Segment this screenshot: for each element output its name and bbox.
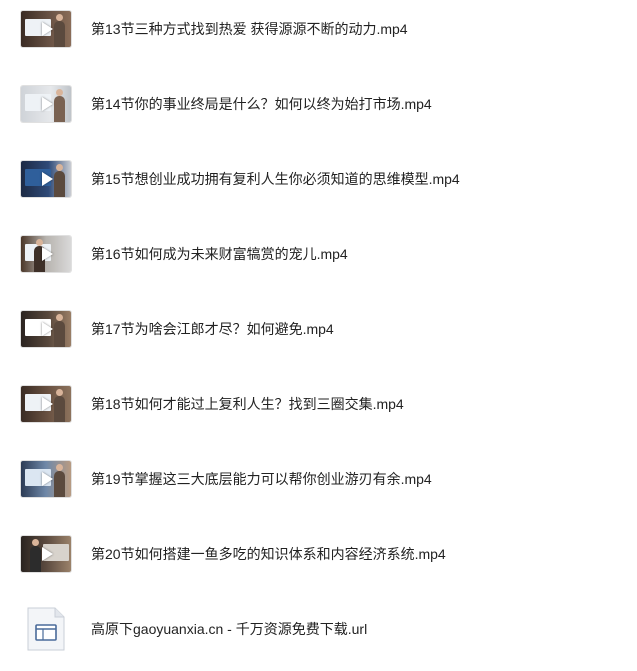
file-name: 第15节想创业成功拥有复利人生你必须知道的思维模型.mp4: [91, 170, 460, 187]
file-item[interactable]: 第15节想创业成功拥有复利人生你必须知道的思维模型.mp4: [0, 141, 637, 216]
video-thumbnail-icon: [21, 310, 71, 347]
file-name: 第16节如何成为未来财富犒赏的宠儿.mp4: [91, 245, 348, 262]
file-item[interactable]: 第19节掌握这三大底层能力可以帮你创业游刃有余.mp4: [0, 441, 637, 516]
play-icon: [42, 171, 53, 186]
play-icon: [42, 96, 53, 111]
file-name: 第14节你的事业终局是什么？如何以终为始打市场.mp4: [91, 95, 432, 112]
play-icon: [42, 321, 53, 336]
play-icon: [42, 471, 53, 486]
file-name: 第17节为啥会江郎才尽？如何避免.mp4: [91, 320, 334, 337]
video-thumbnail-icon: [21, 10, 71, 47]
video-thumbnail-icon: [21, 460, 71, 497]
video-thumbnail-icon: [21, 385, 71, 422]
play-icon: [42, 21, 53, 36]
file-name: 第19节掌握这三大底层能力可以帮你创业游刃有余.mp4: [91, 470, 432, 487]
file-item[interactable]: 第20节如何搭建一鱼多吃的知识体系和内容经济系统.mp4: [0, 516, 637, 591]
play-icon: [42, 246, 53, 261]
video-thumbnail-icon: [21, 235, 71, 272]
file-item[interactable]: 高原下gaoyuanxia.cn - 千万资源免费下载.url: [0, 591, 637, 666]
file-name: 第13节三种方式找到热爱 获得源源不断的动力.mp4: [91, 20, 408, 37]
url-file-icon: [27, 607, 65, 650]
file-item[interactable]: 第16节如何成为未来财富犒赏的宠儿.mp4: [0, 216, 637, 291]
file-name: 第20节如何搭建一鱼多吃的知识体系和内容经济系统.mp4: [91, 545, 446, 562]
video-thumbnail-icon: [21, 85, 71, 122]
video-thumbnail-icon: [21, 160, 71, 197]
file-item[interactable]: 第17节为啥会江郎才尽？如何避免.mp4: [0, 291, 637, 366]
play-icon: [42, 396, 53, 411]
file-list: 第13节三种方式找到热爱 获得源源不断的动力.mp4 第14节你的事业终局是什么…: [0, 0, 637, 671]
file-name: 高原下gaoyuanxia.cn - 千万资源免费下载.url: [91, 620, 368, 637]
file-item[interactable]: 第14节你的事业终局是什么？如何以终为始打市场.mp4: [0, 66, 637, 141]
file-item[interactable]: 第18节如何才能过上复利人生？找到三圈交集.mp4: [0, 366, 637, 441]
file-item[interactable]: 第13节三种方式找到热爱 获得源源不断的动力.mp4: [0, 0, 637, 66]
video-thumbnail-icon: [21, 535, 71, 572]
play-icon: [42, 546, 53, 561]
file-name: 第18节如何才能过上复利人生？找到三圈交集.mp4: [91, 395, 404, 412]
